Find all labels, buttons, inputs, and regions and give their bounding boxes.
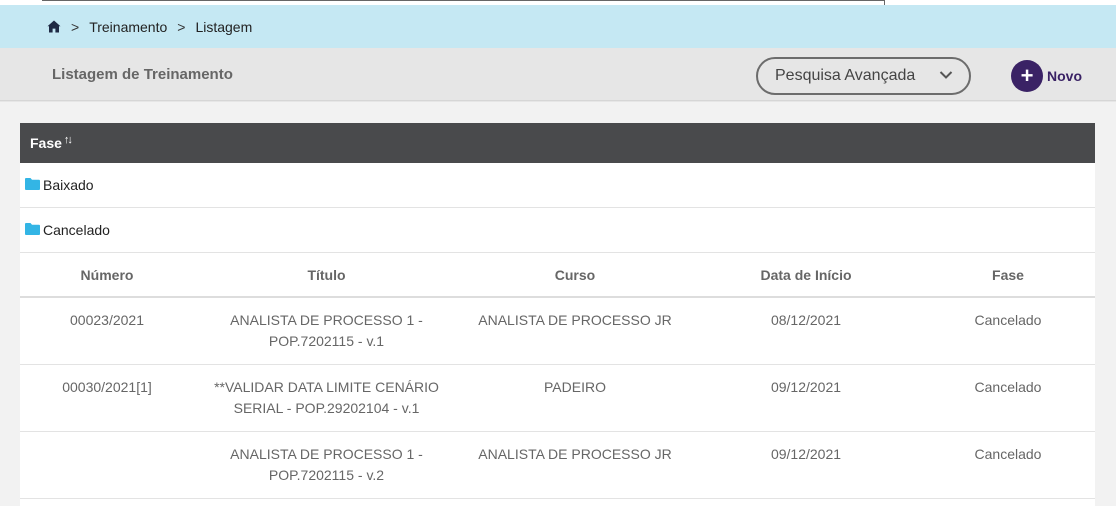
cell-data-inicio: 08/12/2021 <box>770 312 842 328</box>
column-header-curso[interactable]: Curso <box>459 267 691 283</box>
cell-curso: ANALISTA DE PROCESSO JR <box>478 312 672 328</box>
cell-titulo: ANALISTA DE PROCESSO 1 - POP.7202115 - v… <box>230 446 423 483</box>
cell-data-inicio: 09/12/2021 <box>770 446 842 462</box>
group-by-header[interactable]: Fase ↑↓ <box>20 123 1095 163</box>
page-title: Listagem de Treinamento <box>52 66 233 83</box>
cell-numero: 00023/2021 <box>70 312 144 328</box>
group-label: Baixado <box>43 177 94 193</box>
folder-icon <box>25 178 40 190</box>
group-label: Cancelado <box>43 222 110 238</box>
breadcrumb-item-treinamento[interactable]: Treinamento <box>89 19 167 35</box>
group-row-baixado[interactable]: Baixado <box>20 163 1095 208</box>
cell-fase: Cancelado <box>974 312 1042 328</box>
page-header: Listagem de Treinamento Pesquisa Avançad… <box>0 48 1116 101</box>
table-row[interactable]: 00023/2021 ANALISTA DE PROCESSO 1 - POP.… <box>20 298 1095 365</box>
group-by-label: Fase <box>30 135 62 151</box>
column-header-row: Número Título Curso Data de Início Fase <box>20 253 1095 298</box>
home-icon[interactable] <box>47 20 61 33</box>
cell-curso: ANALISTA DE PROCESSO JR <box>478 446 672 462</box>
training-grid: Fase ↑↓ Baixado Cancelado Número Título … <box>20 123 1095 506</box>
cell-numero: 00030/2021[1] <box>62 379 152 395</box>
cell-titulo: **VALIDAR DATA LIMITE CENÁRIO SERIAL - P… <box>214 379 439 416</box>
cell-fase: Cancelado <box>974 379 1042 395</box>
table-row[interactable]: ANALISTA DE PROCESSO 1 - POP.7202115 - v… <box>20 432 1095 499</box>
cell-data-inicio: 09/12/2021 <box>770 379 842 395</box>
breadcrumb-separator: > <box>71 18 80 35</box>
breadcrumb-separator: > <box>177 18 186 35</box>
cell-fase: Cancelado <box>974 446 1042 462</box>
column-header-data-inicio[interactable]: Data de Início <box>691 267 921 283</box>
folder-icon <box>25 223 40 235</box>
column-header-numero[interactable]: Número <box>20 267 194 283</box>
advanced-search-label: Pesquisa Avançada <box>775 67 916 84</box>
new-button[interactable]: + Novo <box>1011 60 1082 92</box>
cell-titulo: ANALISTA DE PROCESSO 1 - POP.7202115 - v… <box>230 312 423 349</box>
breadcrumb-item-listagem: Listagem <box>195 18 253 35</box>
table-row[interactable]: 00030/2021[1] **VALIDAR DATA LIMITE CENÁ… <box>20 365 1095 432</box>
cell-curso: PADEIRO <box>544 379 606 395</box>
sort-icon[interactable]: ↑↓ <box>64 134 73 146</box>
chevron-down-icon <box>939 71 953 79</box>
breadcrumb: > Treinamento > Listagem <box>0 5 1116 48</box>
advanced-search-dropdown[interactable]: Pesquisa Avançada <box>756 57 971 95</box>
column-header-fase[interactable]: Fase <box>921 267 1095 283</box>
group-row-cancelado[interactable]: Cancelado <box>20 208 1095 253</box>
column-header-titulo[interactable]: Título <box>194 267 459 283</box>
plus-icon: + <box>1011 60 1043 92</box>
new-button-label: Novo <box>1047 68 1082 84</box>
